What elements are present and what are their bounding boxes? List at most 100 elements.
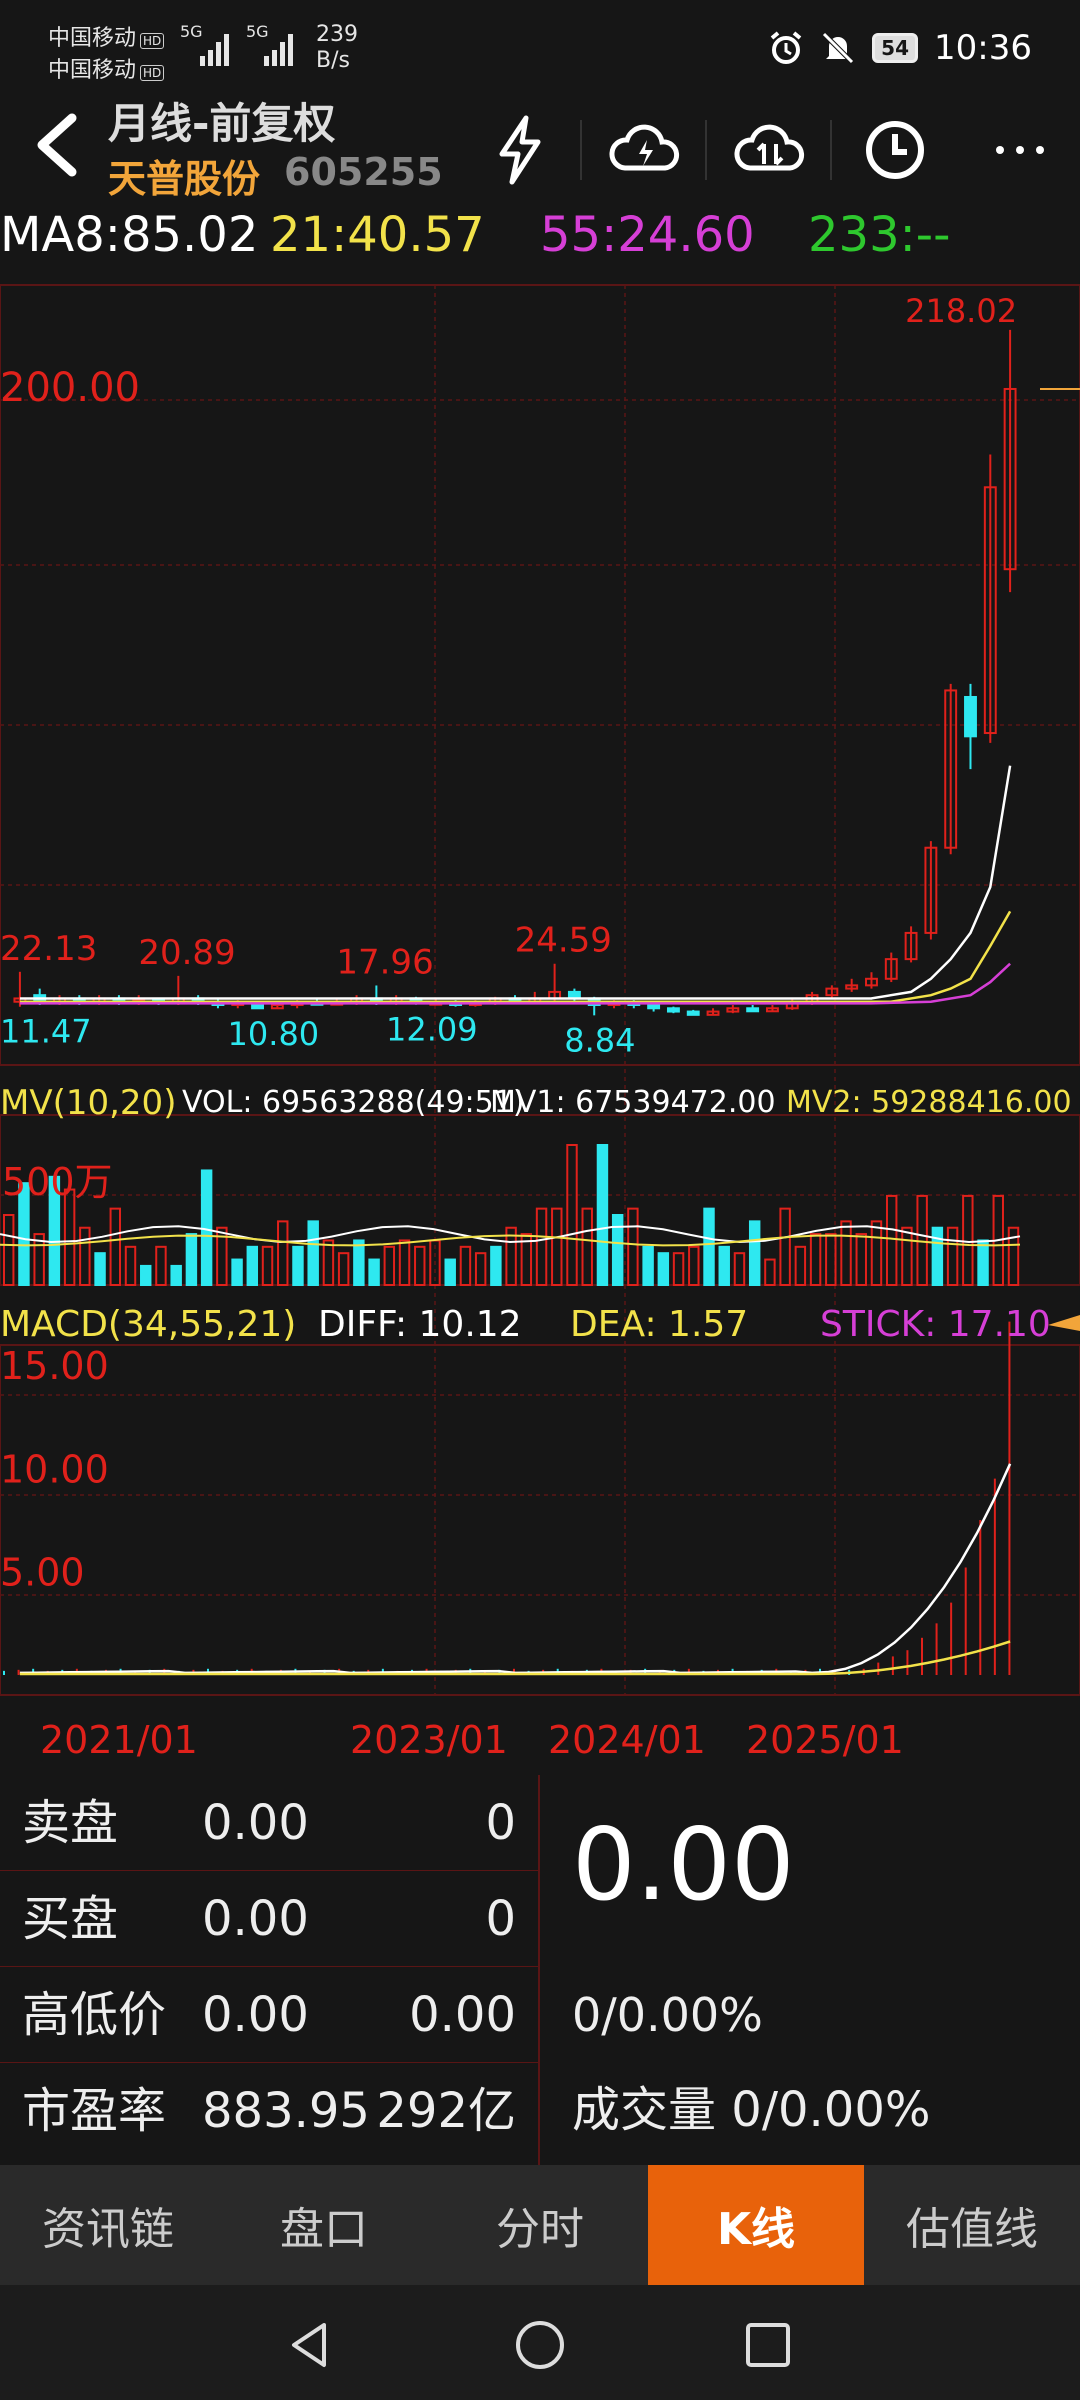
tab-kline[interactable]: K线 (648, 2165, 864, 2285)
volume-indicator-name: MV(10,20) (0, 1083, 177, 1123)
quote-row-sell: 卖盘 0.00 0 (0, 1775, 538, 1871)
ma-legend: MA8:85.02 21:40.57 55:24.60 233:-- (0, 205, 1080, 265)
volume-bar (261, 1245, 274, 1286)
carrier-2: 中国移动 HD (48, 52, 165, 84)
macd-legend: MACD(34,55,21) DIFF: 10.12 DEA: 1.57 STI… (0, 1300, 1080, 1350)
stock-code: 605255 (284, 150, 443, 194)
quote-summary: 0.00 0/0.00% 成交量 0/0.00% (538, 1775, 1080, 2165)
quote-row-highlow: 高低价 0.00 0.00 (0, 1967, 538, 2063)
volume-bar (566, 1144, 578, 1286)
volume-legend: MV(10,20) VOL: 69563288(49:51) MV1: 6753… (0, 1078, 1080, 1128)
volume-bar (581, 1207, 593, 1286)
volume-bar (794, 1245, 807, 1286)
nav-recents-icon[interactable] (738, 2315, 798, 2375)
volume-bar (931, 1226, 944, 1287)
tab-news-chain[interactable]: 资讯链 (0, 2165, 216, 2285)
tab-order-book[interactable]: 盘口 (216, 2165, 432, 2285)
peak-price-label: 20.89 (138, 933, 235, 973)
volume-bar (840, 1220, 852, 1287)
ma233-value: 233:-- (808, 207, 951, 263)
quote-value-a: 0.00 (202, 1987, 309, 2043)
low-price-label: 11.47 (0, 1013, 92, 1051)
quote-value-a: 883.95 (202, 2083, 370, 2139)
peak-price-label: 22.13 (0, 929, 97, 969)
volume-bar (79, 1226, 91, 1287)
peak-price-label: 17.96 (336, 942, 433, 982)
back-icon[interactable] (28, 110, 88, 180)
peak-price-label: 24.59 (515, 921, 612, 961)
high-price-label: 218.02 (905, 292, 1017, 330)
volume-bar (155, 1245, 167, 1286)
quote-value-b: 0 (485, 1795, 516, 1851)
volume-bar (642, 1245, 654, 1286)
alarm-icon (770, 31, 802, 64)
volume-bar (337, 1252, 350, 1287)
mv2-line (0, 1234, 1021, 1247)
carrier-1: 中国移动 HD (48, 20, 165, 52)
mv1-value: MV1: 67539472.00 (490, 1085, 776, 1120)
volume-bar (231, 1258, 243, 1287)
signal-bars-2-icon (260, 28, 298, 66)
lightning-icon[interactable] (480, 110, 560, 190)
volume-bar (109, 1207, 122, 1286)
macd-dea: DEA: 1.57 (570, 1304, 749, 1345)
volume-bar (901, 1226, 913, 1287)
bottom-tabs: 资讯链 盘口 分时 K线 估值线 (0, 2165, 1080, 2285)
volume-bar (459, 1245, 472, 1286)
macd-indicator-name: MACD(34,55,21) (0, 1304, 297, 1345)
volume-bar (398, 1239, 411, 1286)
macd-axis-label: 5.00 (0, 1551, 85, 1595)
candle-body (746, 1007, 760, 1013)
battery-icon: 54 (872, 33, 919, 63)
quote-value-b: 0 (485, 1891, 516, 1947)
volume-bar (322, 1239, 335, 1286)
volume-bar (292, 1245, 304, 1286)
volume-bar (946, 1226, 959, 1287)
mute-bell-icon (822, 32, 854, 64)
price-change: 0/0.00% (572, 1988, 763, 2042)
nav-back-icon[interactable] (280, 2315, 340, 2375)
volume-bar (809, 1233, 822, 1286)
tab-valuation[interactable]: 估值线 (864, 2165, 1080, 2285)
price-level-label: 200.00 (0, 365, 140, 411)
ma8-value: MA8:85.02 (0, 207, 259, 263)
tab-intraday[interactable]: 分时 (432, 2165, 648, 2285)
kline-chart[interactable]: 200.00 218.02 22.13 20.89 17.96 24.59 11.47 10.… (0, 265, 1080, 1775)
mv2-value: MV2: 59288416.00 (786, 1085, 1072, 1120)
volume-bar (490, 1245, 502, 1286)
x-axis-label: 2024/01 (548, 1718, 706, 1762)
cloud-lightning-icon[interactable] (605, 110, 685, 190)
page-title: 月线-前复权 (108, 99, 336, 148)
volume-bar (551, 1207, 563, 1286)
ma21-value: 21:40.57 (270, 207, 485, 263)
more-menu-icon[interactable] (980, 110, 1060, 190)
quote-row-buy: 买盘 0.00 0 (0, 1871, 538, 1967)
candle-body (686, 1010, 700, 1016)
volume-bar (368, 1258, 380, 1287)
quote-value-b: 292亿 (376, 2083, 516, 2139)
volume-bar (611, 1214, 624, 1286)
low-price-label: 8.84 (564, 1021, 635, 1059)
macd-axis-label: 15.00 (0, 1344, 109, 1388)
volume-summary: 成交量 0/0.00% (572, 2082, 931, 2138)
nav-home-icon[interactable] (510, 2315, 570, 2375)
volume-bar (825, 1233, 837, 1286)
quote-label: 市盈率 (22, 2083, 167, 2139)
quote-value-a: 0.00 (202, 1891, 309, 1947)
volume-bar (353, 1239, 365, 1286)
net-speed: 239 B/s (316, 22, 358, 73)
x-axis-label: 2021/01 (40, 1718, 198, 1762)
x-axis-label: 2025/01 (746, 1718, 904, 1762)
volume-bar (718, 1245, 730, 1286)
history-clock-icon[interactable] (855, 110, 935, 190)
volume-bar (170, 1264, 182, 1287)
cloud-sync-icon[interactable] (730, 110, 810, 190)
volume-bar (444, 1258, 456, 1287)
volume-value: VOL: 69563288(49:51) (182, 1085, 525, 1120)
candle-body (666, 1007, 680, 1013)
volume-bar (414, 1245, 426, 1286)
volume-bar (764, 1258, 776, 1287)
volume-bar (474, 1252, 487, 1287)
panel-border (0, 1344, 1080, 1696)
volume-bar (94, 1252, 106, 1287)
